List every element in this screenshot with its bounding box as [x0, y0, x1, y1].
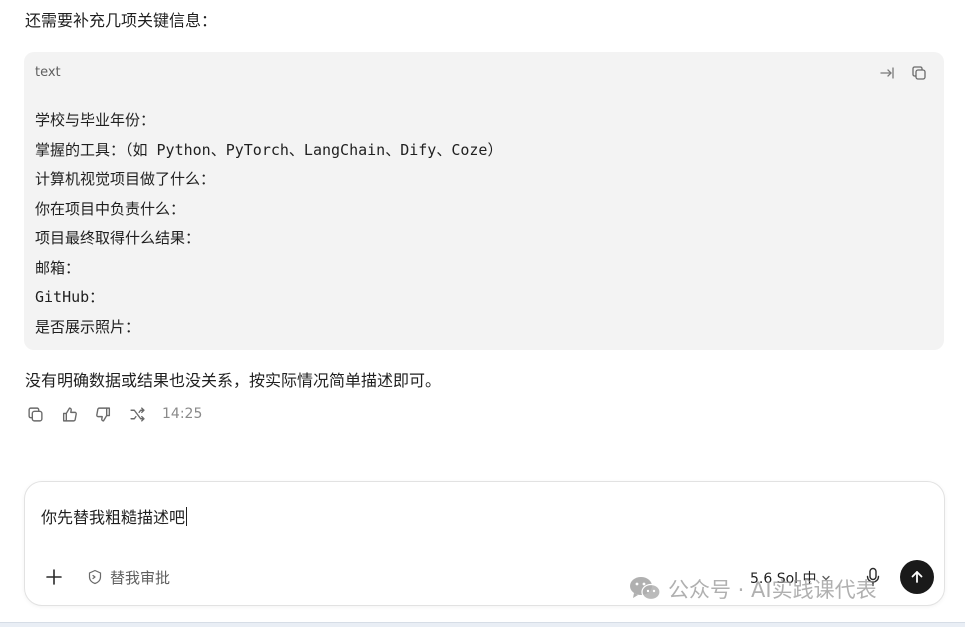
code-line: 邮箱： [35, 258, 81, 277]
code-lines: 学校与毕业年份： 掌握的工具：（如 Python、PyTorch、LangCha… [35, 106, 502, 342]
window-bottom-edge [0, 622, 965, 627]
send-button[interactable] [900, 560, 934, 594]
attach-button[interactable] [43, 566, 65, 588]
composer-input-value: 你先替我粗糙描述吧 [41, 508, 186, 527]
wechat-icon [630, 577, 661, 601]
plus-icon [46, 569, 62, 585]
thumbs-up-icon[interactable] [60, 405, 78, 423]
chat-page: 还需要补充几项关键信息： text 学校与毕业年份： 掌握的工具：（如 Pyth… [0, 0, 965, 627]
code-line: 项目最终取得什么结果： [35, 229, 201, 247]
copy-icon[interactable] [26, 405, 44, 423]
message-intro: 还需要补充几项关键信息： [25, 11, 218, 30]
message-actions: 14:25 [26, 405, 202, 423]
code-actions [878, 64, 928, 82]
composer-input[interactable]: 你先替我粗糙描述吧 [41, 504, 188, 528]
code-line: 学校与毕业年份： [35, 111, 156, 129]
message-timestamp: 14:25 [162, 406, 203, 422]
text-caret [186, 507, 188, 526]
code-line: 计算机视觉项目做了什么： [35, 170, 216, 188]
code-line: 掌握的工具：（如 Python、PyTorch、LangChain、Dify、C… [35, 140, 503, 159]
code-language-label: text [35, 65, 61, 80]
watermark: 公众号 · AI实践课代表 [628, 574, 877, 604]
code-block: text 学校与毕业年份： 掌握的工具：（如 Python、PyTorch、La… [24, 52, 944, 350]
copy-code-icon[interactable] [910, 64, 928, 82]
code-line: GitHub： [35, 288, 105, 306]
arrow-up-icon [911, 571, 923, 583]
terminal-badge-icon [88, 569, 102, 585]
share-icon[interactable] [128, 405, 146, 423]
approve-for-me-button[interactable]: 替我审批 [87, 566, 170, 588]
message-note: 没有明确数据或结果也没关系，按实际情况简单描述即可。 [25, 371, 442, 390]
thumbs-down-icon[interactable] [94, 405, 112, 423]
watermark-text: 公众号 · AI实践课代表 [668, 578, 877, 602]
approve-for-me-label: 替我审批 [110, 568, 171, 587]
code-line: 你在项目中负责什么： [35, 199, 186, 218]
wrap-icon[interactable] [878, 64, 896, 82]
code-line: 是否展示照片： [35, 317, 141, 336]
